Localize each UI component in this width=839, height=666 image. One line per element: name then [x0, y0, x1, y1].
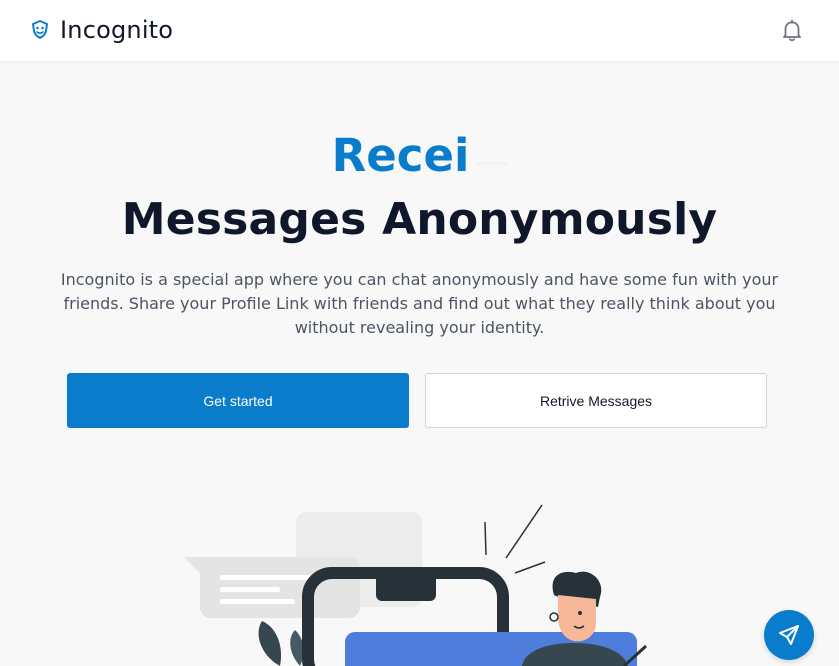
- retrieve-messages-button[interactable]: Retrive Messages: [425, 373, 767, 428]
- hero-title: Messages Anonymously: [121, 194, 718, 245]
- hero-illustration: [184, 504, 648, 666]
- hero-description: Incognito is a special app where you can…: [60, 270, 779, 337]
- send-message-fab[interactable]: [764, 610, 814, 660]
- hero-typed-text: Recei: [0, 127, 839, 185]
- get-started-button[interactable]: Get started: [67, 373, 409, 428]
- brand-name: Incognito: [60, 16, 174, 44]
- typed-word: Recei: [331, 129, 470, 182]
- top-navbar: Incognito: [0, 0, 839, 62]
- send-icon: [779, 625, 799, 645]
- brand-logo[interactable]: Incognito: [28, 14, 173, 46]
- masks-icon: [32, 20, 48, 39]
- typing-caret: [477, 162, 508, 165]
- bell-icon[interactable]: [779, 17, 805, 43]
